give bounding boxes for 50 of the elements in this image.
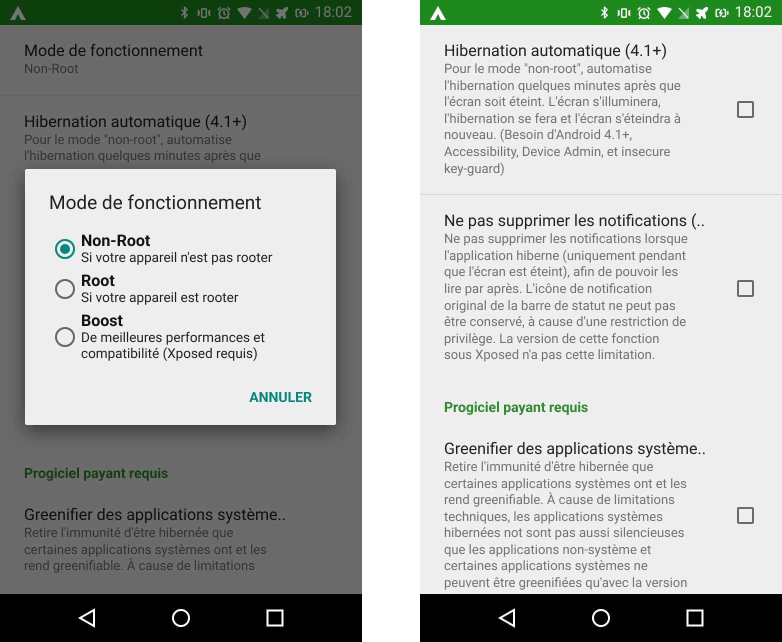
airplane-icon (694, 6, 709, 20)
no-signal-icon (258, 6, 269, 18)
setting-title: Hibernation automatique (4.1+) (444, 41, 668, 61)
home-icon[interactable] (590, 608, 611, 628)
option-description: Si votre appareil est rooter (81, 290, 238, 306)
setting-summary: Retire l'immunité d'être hibernée que certaines applications systèmes ont et les rend greenifiable. À cause de limitations (24, 526, 268, 576)
cancel-button[interactable]: ANNULER (247, 388, 314, 408)
back-icon[interactable] (78, 608, 96, 628)
wifi-icon (236, 6, 252, 18)
setting-summary: Pour le mode "non-root", automatise l'hibernation quelques minutes après que (24, 132, 262, 166)
setting-title: Mode de fonctionnement (24, 41, 204, 61)
setting-title: Greenifier des applications système.. (444, 438, 707, 459)
category-header: Progiciel payant requis (24, 466, 168, 482)
back-icon[interactable] (498, 608, 516, 628)
alarm-icon (636, 6, 651, 20)
clock-time: 18:02 (734, 5, 772, 20)
setting-summary: Ne pas supprimer les notifications lorsque l'application hiberne (uniquement pendant que l'écran est éteint), afin de pouvoir les lire par après. L'icône de notification original de la barre de statut ne peut pas être conservé, à cause d'une restriction de privilège. La version de cette fonction sous Xposed n'a pas cette limitation. (444, 232, 689, 365)
wifi-icon (656, 6, 672, 18)
alarm-icon (216, 6, 231, 20)
no-signal-icon (678, 6, 689, 18)
option-label: Boost (81, 312, 124, 330)
radio-button[interactable] (55, 238, 75, 258)
option-description: De meilleures performances et compatibilité (Xposed requis) (81, 330, 265, 362)
setting-row[interactable]: Greenifier des applications système.. Retire l'immunité d'être hibernée que certaines applications systèmes ont et les rend greenifiable. À cause de limitations (0, 489, 362, 592)
app-logo-icon (430, 6, 446, 20)
clock-time: 18:02 (314, 5, 352, 20)
radio-button[interactable] (55, 278, 75, 298)
checkbox[interactable] (737, 280, 754, 297)
setting-summary: Pour le mode "non-root", automatise l'hibernation quelques minutes après que l'écran soit éteint. L'écran s'illuminera, l'hibernation se fera et l'écran s'éteindra à nouveau. (Besoin d'Android 4.1+, Accessibility, Device Admin, et insecure key-guard) (444, 62, 682, 178)
setting-title: Ne pas supprimer les notifications (.. (444, 211, 706, 232)
app-logo-icon (10, 6, 26, 20)
checkbox[interactable] (737, 101, 754, 118)
category-header: Progiciel payant requis (444, 400, 588, 416)
setting-summary: Retire l'immunité d'être hibernée que certaines applications systèmes ont et les rend greenifiable. À cause de limitations techniques, les applications systèmes hibernées not sont pas aussi silencieuses que les applications non-système et certaines applications systèmes ne peuvent être greenifiées qu'avec la version (444, 460, 688, 593)
setting-summary: Non-Root (24, 62, 80, 79)
setting-row[interactable]: Mode de fonctionnement Non-Root (0, 25, 362, 95)
recents-icon[interactable] (266, 609, 284, 627)
vibrate-icon (196, 6, 211, 20)
checkbox[interactable] (737, 507, 754, 524)
vibrate-icon (616, 6, 631, 20)
dialog-title: Mode de fonctionnement (49, 191, 262, 214)
radio-button[interactable] (55, 326, 75, 346)
setting-title: Hibernation automatique (4.1+) (24, 112, 248, 132)
option-description: Si votre appareil n'est pas rooter (81, 250, 272, 266)
option-label: Non-Root (81, 232, 152, 250)
home-icon[interactable] (170, 608, 191, 628)
setting-title: Greenifier des applications système.. (24, 505, 287, 526)
option-label: Root (81, 272, 116, 290)
recents-icon[interactable] (686, 609, 704, 627)
airplane-icon (274, 6, 289, 20)
